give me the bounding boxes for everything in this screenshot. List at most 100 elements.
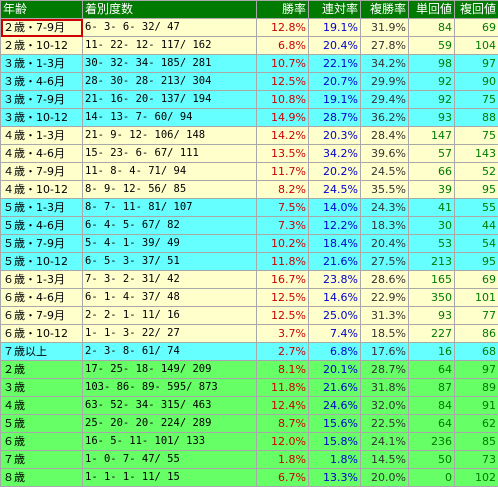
win-rate-cell: 14.9% <box>257 109 309 127</box>
header-age[interactable]: 年齢 <box>1 1 83 19</box>
place-return-cell: 90 <box>455 73 498 91</box>
table-row[interactable]: ４歳・10-128- 9- 12- 56/ 858.2%24.5%35.5%39… <box>1 181 498 199</box>
top3-rate-cell: 24.5% <box>361 163 409 181</box>
record-cell: 7- 3- 2- 31/ 42 <box>83 271 257 289</box>
table-row[interactable]: ３歳・7-9月21- 16- 20- 137/ 19410.8%19.1%29.… <box>1 91 498 109</box>
table-row[interactable]: ５歳・7-9月5- 4- 1- 39/ 4910.2%18.4%20.4%535… <box>1 235 498 253</box>
top3-rate-cell: 20.4% <box>361 235 409 253</box>
table-row[interactable]: ２歳17- 25- 18- 149/ 2098.1%20.1%28.7%6497 <box>1 361 498 379</box>
table-row[interactable]: ７歳以上2- 3- 8- 61/ 742.7%6.8%17.6%1668 <box>1 343 498 361</box>
top3-rate-cell: 18.3% <box>361 217 409 235</box>
record-cell: 11- 22- 12- 117/ 162 <box>83 37 257 55</box>
place-return-cell: 101 <box>455 289 498 307</box>
win-rate-cell: 11.8% <box>257 253 309 271</box>
table-row[interactable]: ２歳・10-1211- 22- 12- 117/ 1626.8%20.4%27.… <box>1 37 498 55</box>
win-return-cell: 236 <box>409 433 455 451</box>
win-rate-cell: 12.8% <box>257 19 309 37</box>
table-row[interactable]: ６歳・1-3月7- 3- 2- 31/ 4216.7%23.8%28.6%165… <box>1 271 498 289</box>
table-row[interactable]: ６歳16- 5- 11- 101/ 13312.0%15.8%24.1%2368… <box>1 433 498 451</box>
table-row[interactable]: ５歳・10-126- 5- 3- 37/ 5111.8%21.6%27.5%21… <box>1 253 498 271</box>
win-return-cell: 227 <box>409 325 455 343</box>
win-rate-cell: 10.2% <box>257 235 309 253</box>
top2-rate-cell: 13.3% <box>309 469 361 487</box>
top2-rate-cell: 20.3% <box>309 127 361 145</box>
table-row[interactable]: ３歳・4-6月28- 30- 28- 213/ 30412.5%20.7%29.… <box>1 73 498 91</box>
record-cell: 21- 16- 20- 137/ 194 <box>83 91 257 109</box>
top3-rate-cell: 17.6% <box>361 343 409 361</box>
age-cell: ５歳・4-6月 <box>1 217 83 235</box>
win-rate-cell: 11.7% <box>257 163 309 181</box>
age-cell: ６歳・1-3月 <box>1 271 83 289</box>
place-return-cell: 54 <box>455 235 498 253</box>
win-return-cell: 53 <box>409 235 455 253</box>
record-cell: 63- 52- 34- 315/ 463 <box>83 397 257 415</box>
header-record[interactable]: 着別度数 <box>83 1 257 19</box>
record-cell: 17- 25- 18- 149/ 209 <box>83 361 257 379</box>
win-rate-cell: 12.5% <box>257 73 309 91</box>
table-row[interactable]: ３歳103- 86- 89- 595/ 87311.8%21.6%31.8%87… <box>1 379 498 397</box>
top2-rate-cell: 34.2% <box>309 145 361 163</box>
header-row: 年齢 着別度数 勝率 連対率 複勝率 単回値 複回値 <box>1 1 498 19</box>
top2-rate-cell: 20.2% <box>309 163 361 181</box>
record-cell: 1- 1- 3- 22/ 27 <box>83 325 257 343</box>
table-row[interactable]: ５歳・1-3月8- 7- 11- 81/ 1077.5%14.0%24.3%41… <box>1 199 498 217</box>
place-return-cell: 44 <box>455 217 498 235</box>
top3-rate-cell: 27.5% <box>361 253 409 271</box>
win-rate-cell: 12.5% <box>257 307 309 325</box>
age-cell: ４歳・4-6月 <box>1 145 83 163</box>
table-row[interactable]: ７歳1- 0- 7- 47/ 551.8%1.8%14.5%5073 <box>1 451 498 469</box>
win-return-cell: 98 <box>409 55 455 73</box>
table-row[interactable]: ５歳25- 20- 20- 224/ 2898.7%15.6%22.5%6462 <box>1 415 498 433</box>
age-cell: ６歳・10-12 <box>1 325 83 343</box>
place-return-cell: 95 <box>455 253 498 271</box>
place-return-cell: 69 <box>455 271 498 289</box>
table-row[interactable]: ４歳・4-6月15- 23- 6- 67/ 11113.5%34.2%39.6%… <box>1 145 498 163</box>
record-cell: 2- 3- 8- 61/ 74 <box>83 343 257 361</box>
table-row[interactable]: ６歳・7-9月2- 2- 1- 11/ 1612.5%25.0%31.3%937… <box>1 307 498 325</box>
win-return-cell: 84 <box>409 19 455 37</box>
table-row[interactable]: ８歳1- 1- 1- 11/ 156.7%13.3%20.0%0102 <box>1 469 498 487</box>
win-rate-cell: 2.7% <box>257 343 309 361</box>
place-return-cell: 91 <box>455 397 498 415</box>
header-win-return[interactable]: 単回値 <box>409 1 455 19</box>
place-return-cell: 85 <box>455 433 498 451</box>
win-return-cell: 50 <box>409 451 455 469</box>
top3-rate-cell: 22.9% <box>361 289 409 307</box>
table-row[interactable]: ４歳63- 52- 34- 315/ 46312.4%24.6%32.0%849… <box>1 397 498 415</box>
header-win-rate[interactable]: 勝率 <box>257 1 309 19</box>
table-row[interactable]: ６歳・4-6月6- 1- 4- 37/ 4812.5%14.6%22.9%350… <box>1 289 498 307</box>
age-cell: ６歳・7-9月 <box>1 307 83 325</box>
table-row[interactable]: ６歳・10-121- 1- 3- 22/ 273.7%7.4%18.5%2278… <box>1 325 498 343</box>
top2-rate-cell: 24.6% <box>309 397 361 415</box>
place-return-cell: 52 <box>455 163 498 181</box>
header-top2-rate[interactable]: 連対率 <box>309 1 361 19</box>
top2-rate-cell: 7.4% <box>309 325 361 343</box>
place-return-cell: 62 <box>455 415 498 433</box>
table-row[interactable]: ３歳・10-1214- 13- 7- 60/ 9414.9%28.7%36.2%… <box>1 109 498 127</box>
win-rate-cell: 7.3% <box>257 217 309 235</box>
table-row[interactable]: ２歳・7-9月6- 3- 6- 32/ 4712.8%19.1%31.9%846… <box>1 19 498 37</box>
win-rate-cell: 11.8% <box>257 379 309 397</box>
win-rate-cell: 16.7% <box>257 271 309 289</box>
win-rate-cell: 8.2% <box>257 181 309 199</box>
top3-rate-cell: 36.2% <box>361 109 409 127</box>
top3-rate-cell: 32.0% <box>361 397 409 415</box>
header-top3-rate[interactable]: 複勝率 <box>361 1 409 19</box>
top2-rate-cell: 25.0% <box>309 307 361 325</box>
top2-rate-cell: 24.5% <box>309 181 361 199</box>
table-row[interactable]: ４歳・1-3月21- 9- 12- 106/ 14814.2%20.3%28.4… <box>1 127 498 145</box>
top3-rate-cell: 31.3% <box>361 307 409 325</box>
header-place-return[interactable]: 複回値 <box>455 1 498 19</box>
table-row[interactable]: ５歳・4-6月6- 4- 5- 67/ 827.3%12.2%18.3%3044 <box>1 217 498 235</box>
place-return-cell: 69 <box>455 19 498 37</box>
record-cell: 1- 0- 7- 47/ 55 <box>83 451 257 469</box>
win-rate-cell: 14.2% <box>257 127 309 145</box>
table-row[interactable]: ３歳・1-3月30- 32- 34- 185/ 28110.7%22.1%34.… <box>1 55 498 73</box>
top2-rate-cell: 12.2% <box>309 217 361 235</box>
table-row[interactable]: ４歳・7-9月11- 8- 4- 71/ 9411.7%20.2%24.5%66… <box>1 163 498 181</box>
win-return-cell: 30 <box>409 217 455 235</box>
win-rate-cell: 1.8% <box>257 451 309 469</box>
age-cell: ３歳 <box>1 379 83 397</box>
age-stats-table: 年齢 着別度数 勝率 連対率 複勝率 単回値 複回値 ２歳・7-9月6- 3- … <box>0 0 498 487</box>
win-return-cell: 16 <box>409 343 455 361</box>
